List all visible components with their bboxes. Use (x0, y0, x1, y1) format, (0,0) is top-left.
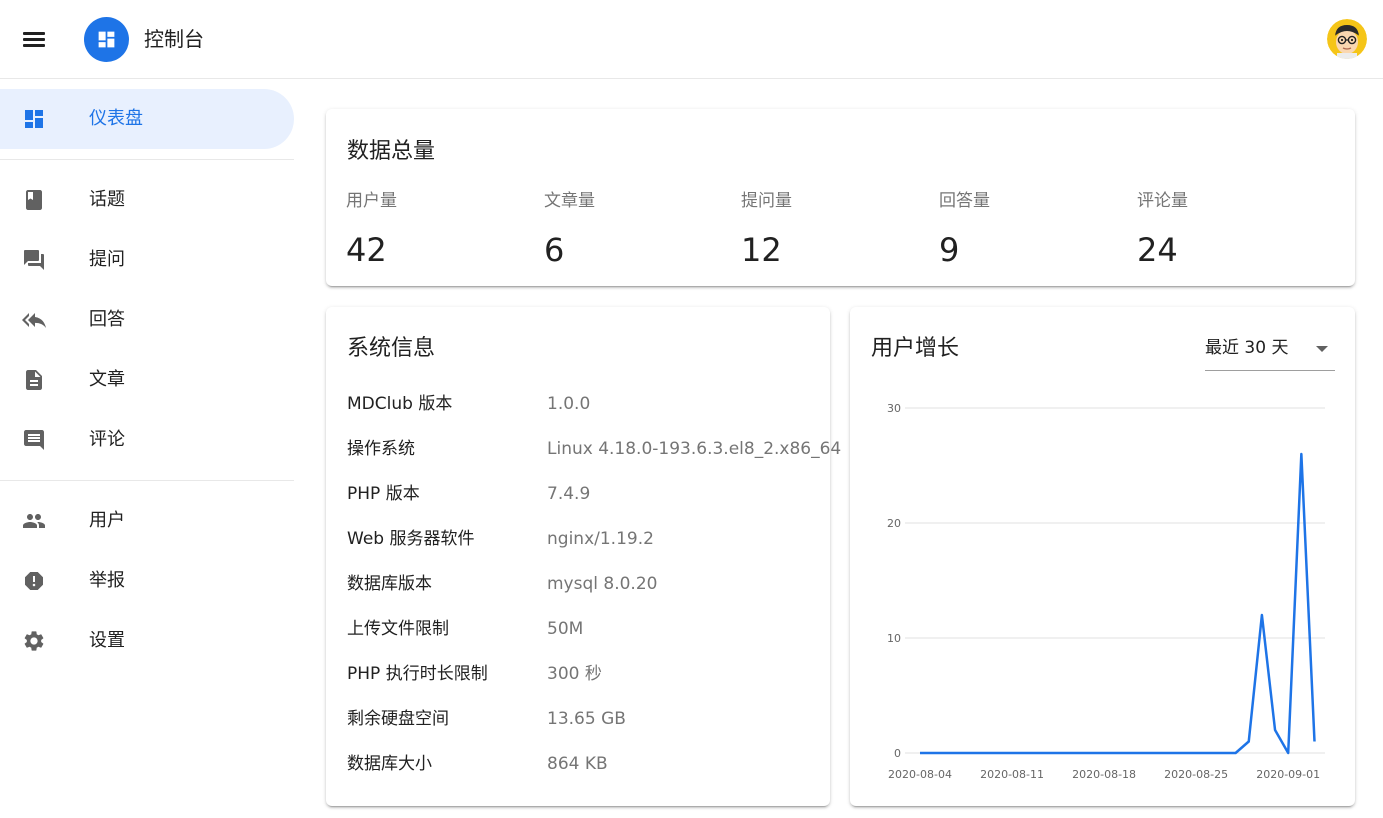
info-key: PHP 执行时长限制 (347, 664, 488, 684)
info-row: 剩余硬盘空间 13.65 GB (347, 707, 827, 731)
sidebar-divider (0, 480, 294, 481)
card-title: 系统信息 (347, 336, 436, 361)
sidebar-item-label: 评论 (89, 429, 125, 450)
info-key: 操作系统 (347, 439, 415, 459)
stat-label: 提问量 (741, 191, 792, 211)
info-row: Web 服务器软件 nginx/1.19.2 (347, 527, 827, 551)
info-key: Web 服务器软件 (347, 529, 475, 549)
sidebar-item-comments[interactable]: 评论 (0, 410, 294, 470)
settings-icon (24, 631, 44, 651)
user-growth-chart: 0 10 20 30 2020-08-04 2020-08-11 2020-08-18 202… (887, 402, 1325, 781)
info-value: 300 秒 (547, 664, 602, 684)
series-line (920, 452, 1316, 755)
sidebar: 仪表盘 话题 提问 回答 文章 评论 用户 举报 设置 (0, 79, 294, 818)
sidebar-item-label: 仪表盘 (89, 108, 143, 129)
sidebar-item-label: 提问 (89, 249, 125, 270)
sidebar-item-label: 回答 (89, 309, 125, 330)
info-row: PHP 执行时长限制 300 秒 (347, 662, 827, 686)
book-icon (26, 190, 42, 210)
menu-icon[interactable] (14, 19, 54, 59)
y-tick-label: 30 (887, 402, 901, 415)
x-tick-label: 2020-09-01 (1256, 768, 1320, 781)
sidebar-item-label: 设置 (89, 630, 125, 651)
sidebar-item-reports[interactable]: 举报 (0, 551, 294, 611)
sidebar-item-articles[interactable]: 文章 (0, 350, 294, 410)
stat-value: 9 (939, 231, 960, 269)
stat-articles: 文章量 6 (544, 189, 734, 270)
stat-answers: 回答量 9 (939, 189, 1129, 270)
stat-label: 回答量 (939, 191, 990, 211)
info-row: 上传文件限制 50M (347, 617, 827, 641)
user-growth-card: 用户增长 最近 30 天 0 10 20 30 2020-08-04 2020-08-11… (850, 307, 1355, 806)
y-tick-label: 20 (887, 517, 901, 530)
stat-value: 42 (346, 231, 387, 269)
sidebar-item-topics[interactable]: 话题 (0, 170, 294, 230)
sidebar-item-label: 举报 (89, 570, 125, 591)
info-key: PHP 版本 (347, 484, 420, 504)
info-row: MDClub 版本 1.0.0 (347, 392, 827, 416)
info-value: Linux 4.18.0-193.6.3.el8_2.x86_64 (547, 439, 842, 459)
y-tick-label: 0 (894, 747, 901, 760)
info-value: nginx/1.19.2 (547, 529, 654, 549)
reply-all-icon (22, 313, 46, 328)
system-info-card: 系统信息 MDClub 版本 1.0.0 操作系统 Linux 4.18.0-193… (326, 307, 841, 806)
report-icon (25, 572, 43, 590)
stat-users: 用户量 42 (346, 189, 536, 270)
info-value: 50M (547, 619, 584, 639)
range-select[interactable]: 最近 30 天 (1205, 329, 1335, 371)
people-icon (23, 514, 45, 528)
y-tick-label: 10 (887, 632, 901, 645)
info-key: 数据库大小 (347, 754, 432, 774)
info-key: 上传文件限制 (347, 619, 449, 639)
sidebar-item-label: 文章 (89, 369, 125, 390)
stat-value: 6 (544, 231, 565, 269)
stat-value: 12 (741, 231, 782, 269)
stat-comments: 评论量 24 (1137, 189, 1327, 270)
app-title: 控制台 (144, 27, 204, 51)
sidebar-item-label: 话题 (89, 189, 125, 210)
info-value: 864 KB (547, 754, 608, 774)
info-value: 13.65 GB (547, 709, 626, 729)
sidebar-item-label: 用户 (89, 510, 125, 531)
x-tick-label: 2020-08-25 (1164, 768, 1228, 781)
x-tick-label: 2020-08-04 (888, 768, 952, 781)
info-value: mysql 8.0.20 (547, 574, 658, 594)
info-row: PHP 版本 7.4.9 (347, 482, 827, 506)
app-bar: 控制台 (0, 0, 1383, 79)
dashboard-icon (25, 110, 43, 128)
stat-label: 用户量 (346, 191, 397, 211)
user-avatar[interactable] (1327, 19, 1367, 59)
sidebar-item-settings[interactable]: 设置 (0, 611, 294, 671)
sidebar-item-questions[interactable]: 提问 (0, 230, 294, 290)
info-row: 数据库大小 864 KB (347, 752, 827, 776)
forum-icon (24, 250, 44, 270)
sidebar-item-answers[interactable]: 回答 (0, 290, 294, 350)
stat-label: 文章量 (544, 191, 595, 211)
x-tick-label: 2020-08-18 (1072, 768, 1136, 781)
info-value: 7.4.9 (547, 484, 591, 504)
sidebar-divider (0, 159, 294, 160)
stat-value: 24 (1137, 231, 1178, 269)
info-value: 1.0.0 (547, 394, 591, 414)
description-icon (26, 370, 42, 390)
stat-label: 评论量 (1137, 191, 1188, 211)
info-key: 数据库版本 (347, 574, 432, 594)
info-key: 剩余硬盘空间 (347, 709, 449, 729)
x-tick-label: 2020-08-11 (980, 768, 1044, 781)
chevron-down-icon (1316, 346, 1328, 352)
sidebar-item-users[interactable]: 用户 (0, 491, 294, 551)
info-key: MDClub 版本 (347, 394, 453, 414)
dashboard-icon (84, 17, 129, 62)
stat-questions: 提问量 12 (741, 189, 931, 270)
comment-icon (24, 430, 44, 450)
range-select-value: 最近 30 天 (1205, 338, 1289, 358)
info-row: 数据库版本 mysql 8.0.20 (347, 572, 827, 596)
info-row: 操作系统 Linux 4.18.0-193.6.3.el8_2.x86_64 (347, 437, 841, 461)
card-title: 数据总量 (347, 139, 436, 164)
totals-card: 数据总量 用户量 42 文章量 6 提问量 12 回答量 9 评论量 24 (326, 109, 1355, 286)
card-title: 用户增长 (871, 336, 960, 361)
sidebar-item-dashboard[interactable]: 仪表盘 (0, 89, 294, 149)
